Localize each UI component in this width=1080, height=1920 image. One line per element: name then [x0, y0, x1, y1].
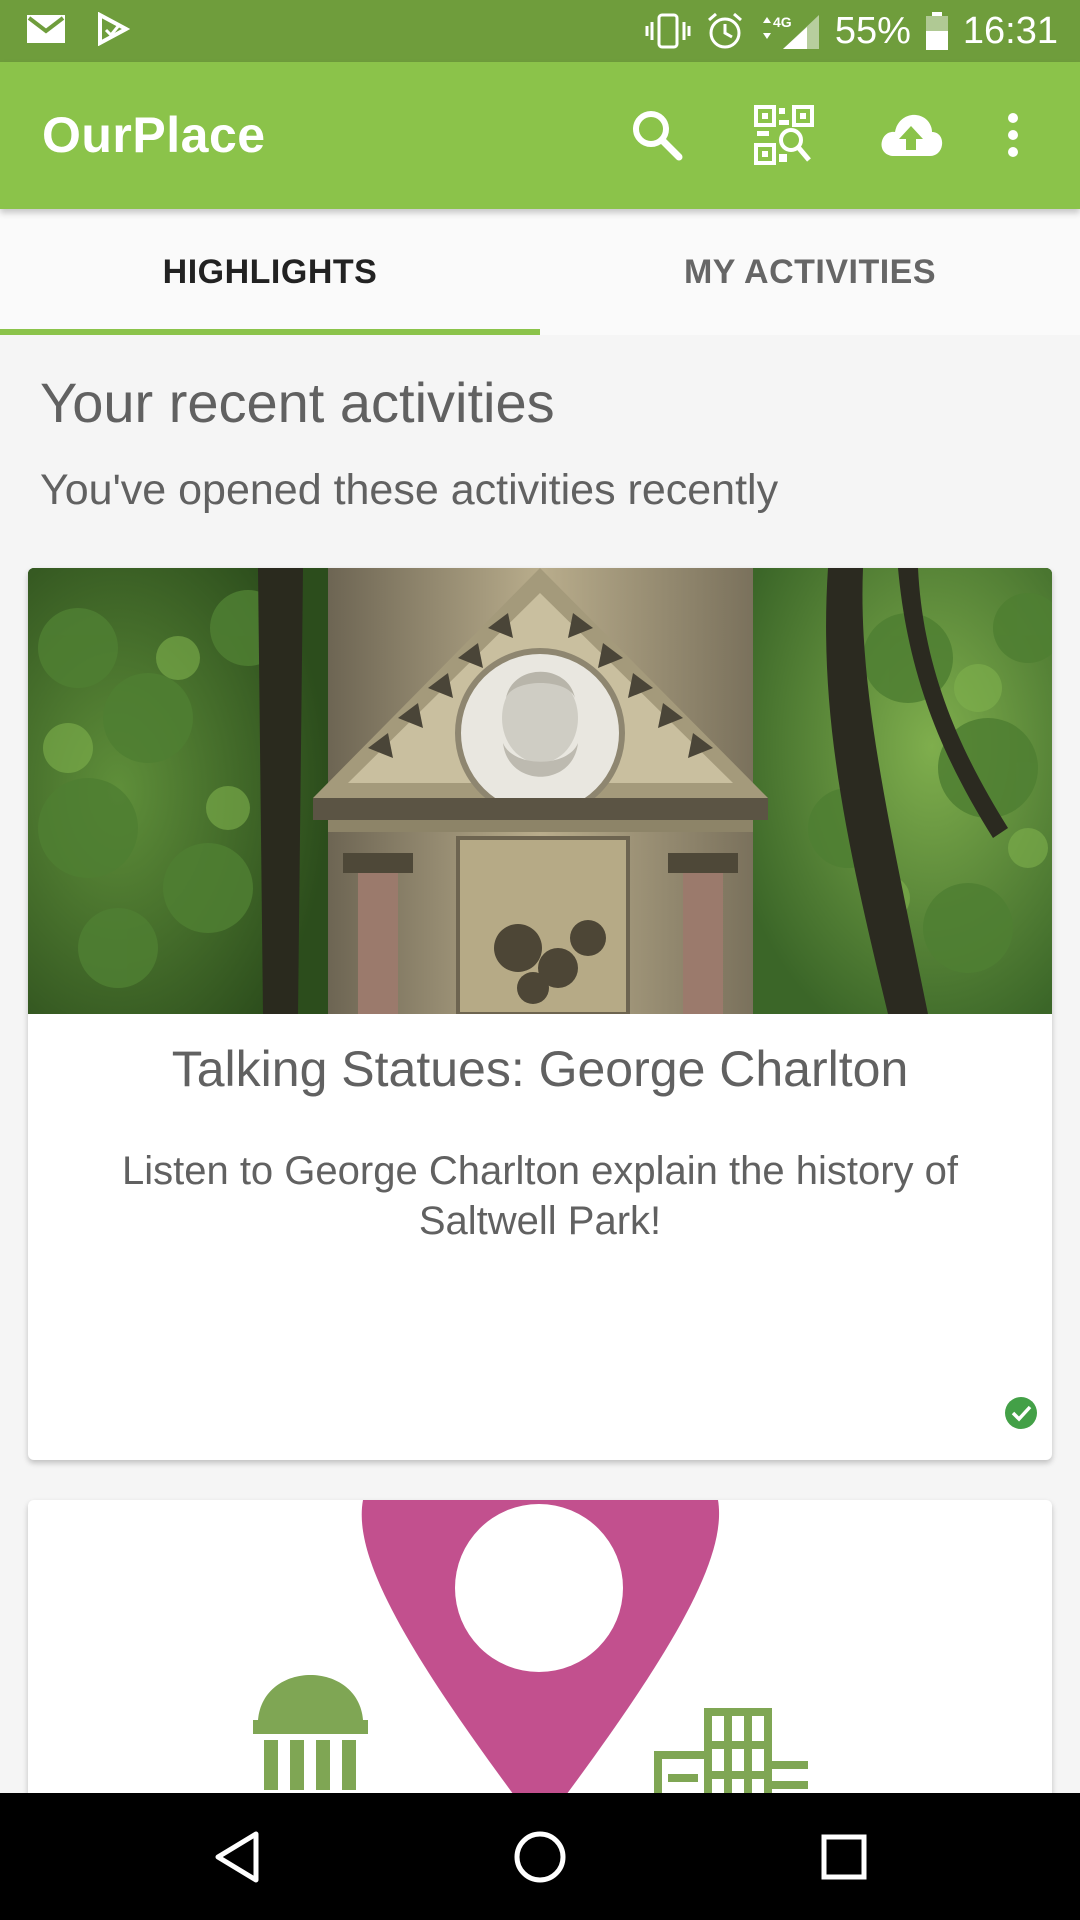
statue-photo: [28, 568, 1052, 1014]
cloud-upload-icon[interactable]: [878, 102, 944, 168]
tab-my-activities[interactable]: MY ACTIVITIES: [540, 209, 1080, 335]
more-vert-icon[interactable]: [990, 102, 1036, 168]
section-subtitle: You've opened these activities recently: [40, 466, 779, 514]
status-bar: 4G 55% 16:31: [0, 0, 1080, 62]
svg-text:4G: 4G: [773, 14, 792, 30]
search-icon[interactable]: [624, 102, 690, 168]
activity-card[interactable]: [28, 1500, 1052, 1800]
tab-indicator: [0, 329, 540, 335]
vibrate-icon: [645, 12, 691, 50]
signal-icon: 4G: [759, 11, 821, 51]
section-title: Your recent activities: [40, 371, 555, 434]
back-icon[interactable]: [192, 1815, 282, 1899]
card-title: Talking Statues: George Charlton: [171, 1041, 909, 1097]
system-nav-bar: [0, 1793, 1080, 1920]
battery-icon: [925, 11, 949, 51]
home-icon[interactable]: [495, 1815, 585, 1899]
recents-icon[interactable]: [799, 1815, 889, 1899]
gmail-icon: [26, 14, 66, 44]
app-title: OurPlace: [42, 107, 266, 163]
qr-scan-icon[interactable]: [751, 102, 817, 168]
alarm-icon: [705, 11, 745, 51]
app-bar: OurPlace: [0, 62, 1080, 209]
activity-card[interactable]: Talking Statues: George Charlton Listen …: [28, 568, 1052, 1460]
battery-percent: 55%: [834, 9, 911, 52]
card-description: Listen to George Charlton explain the hi…: [121, 1149, 959, 1243]
location-pin-illustration: [28, 1500, 1052, 1800]
completed-check-icon: [1004, 1396, 1038, 1430]
play-store-icon: [96, 12, 130, 46]
clock: 16:31: [962, 9, 1058, 52]
tab-bar: HIGHLIGHTS MY ACTIVITIES: [0, 209, 1080, 335]
tab-highlights[interactable]: HIGHLIGHTS: [0, 209, 540, 335]
